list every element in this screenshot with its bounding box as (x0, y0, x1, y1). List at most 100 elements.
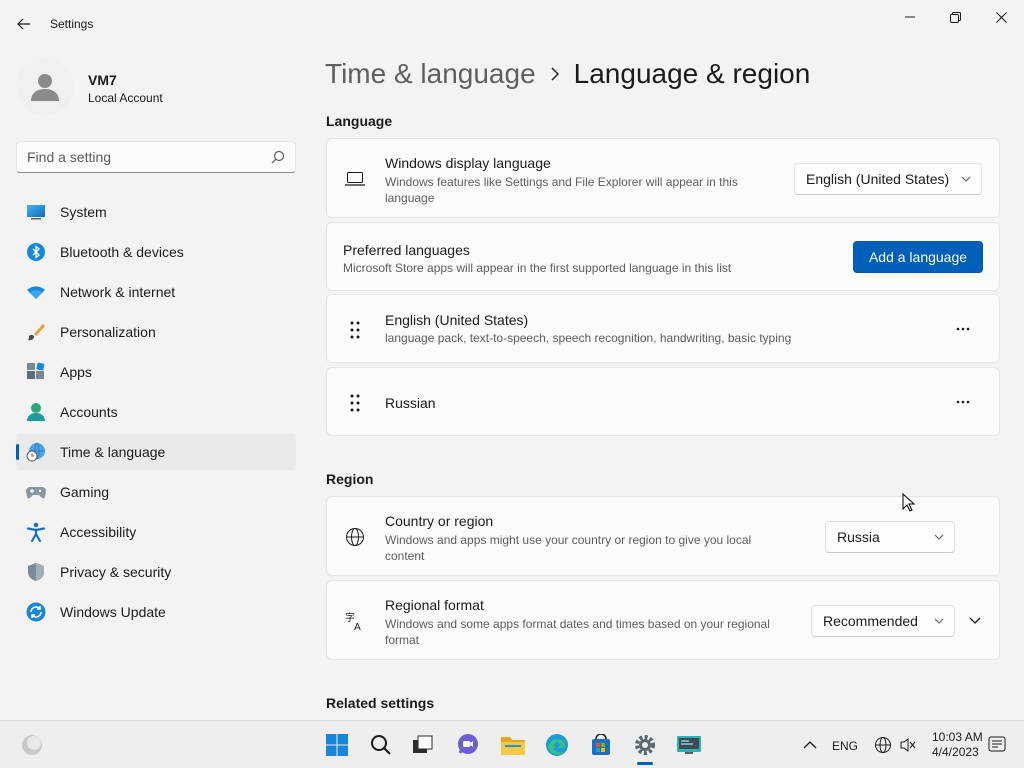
sidebar-item-label: Bluetooth & devices (60, 244, 184, 260)
user-profile[interactable]: VM7 Local Account (16, 58, 296, 118)
sidebar-item-time-language[interactable]: Time & language (16, 434, 296, 470)
country-region-title: Country or region (385, 513, 494, 529)
expand-button[interactable] (959, 605, 991, 637)
volume-muted-icon[interactable] (899, 737, 917, 753)
bluetooth-icon (26, 242, 46, 262)
edge-button[interactable] (543, 731, 571, 759)
accessibility-icon (26, 522, 46, 542)
regional-format-card[interactable]: 字A Regional format Windows and some apps… (326, 580, 1000, 660)
country-region-dropdown[interactable]: Russia (825, 521, 955, 553)
sidebar-item-label: Network & internet (60, 284, 176, 300)
breadcrumb-parent[interactable]: Time & language (325, 58, 536, 90)
svg-text:A: A (354, 622, 361, 631)
more-options-button[interactable] (947, 386, 979, 418)
back-button[interactable] (12, 12, 36, 36)
regional-format-desc-line1: Windows and some apps format dates and t… (385, 617, 770, 631)
language-name: English (United States) (385, 312, 529, 328)
laptop-icon (345, 169, 365, 189)
teams-chat-button[interactable] (454, 731, 482, 759)
clock-date: 4/4/2023 (932, 745, 979, 759)
close-button[interactable] (978, 6, 1024, 28)
regional-format-dropdown[interactable]: Recommended (811, 605, 955, 637)
country-region-desc-line2: content (385, 549, 425, 563)
user-icon (31, 74, 59, 101)
chevron-up-icon[interactable] (803, 740, 817, 750)
paintbrush-icon (26, 322, 46, 342)
breadcrumb: Time & language Language & region (325, 58, 810, 90)
regional-format-desc-line2: format (385, 633, 420, 647)
sidebar-item-privacy[interactable]: Privacy & security (16, 554, 296, 590)
sidebar-item-bluetooth[interactable]: Bluetooth & devices (16, 234, 296, 270)
task-view-button[interactable] (409, 731, 437, 759)
page-title: Language & region (573, 58, 811, 89)
taskbar-search-button[interactable] (367, 731, 395, 759)
settings-taskbar-button[interactable] (631, 731, 659, 759)
drag-handle-icon[interactable] (347, 320, 363, 340)
taskbar-clock[interactable]: 10:03 AM 4/4/2023 (932, 730, 983, 760)
remote-desktop-icon (677, 736, 701, 754)
search-icon[interactable] (271, 150, 285, 164)
language-features: language pack, text-to-speech, speech re… (385, 331, 792, 345)
sidebar-item-label: Time & language (60, 444, 166, 460)
widgets-button[interactable] (18, 731, 46, 759)
language-list-item[interactable]: English (United States) language pack, t… (326, 294, 1000, 363)
notification-icon[interactable] (988, 736, 1006, 754)
user-name: VM7 (88, 72, 117, 88)
region-section-title: Region (326, 471, 374, 487)
sidebar-item-label: Personalization (60, 324, 156, 340)
sidebar-item-label: Gaming (60, 484, 110, 500)
chevron-down-icon (934, 618, 944, 624)
shield-icon (26, 562, 46, 582)
sidebar-item-network[interactable]: Network & internet (16, 274, 296, 310)
more-options-button[interactable] (947, 313, 979, 345)
drag-handle-icon[interactable] (347, 393, 363, 413)
sidebar-nav: System Bluetooth & devices Network & int… (16, 194, 296, 634)
accounts-icon (26, 402, 46, 422)
sidebar-item-accounts[interactable]: Accounts (16, 394, 296, 430)
sidebar-item-label: Apps (60, 364, 92, 380)
store-icon (592, 734, 610, 755)
remote-desktop-button[interactable] (675, 731, 703, 759)
network-globe-icon[interactable] (874, 736, 892, 754)
sidebar-item-apps[interactable]: Apps (16, 354, 296, 390)
sidebar-item-personalization[interactable]: Personalization (16, 314, 296, 350)
display-language-desc-line2: language (385, 191, 435, 205)
edge-icon (546, 734, 568, 756)
display-language-desc-line1: Windows features like Settings and File … (385, 175, 738, 189)
title-bar: Settings (0, 0, 1024, 48)
restore-icon (949, 11, 961, 23)
search-input[interactable] (17, 142, 257, 172)
language-list-item[interactable]: Russian (326, 367, 1000, 436)
weather-icon (22, 735, 42, 755)
folder-icon (501, 737, 525, 755)
maximize-button[interactable] (932, 6, 978, 28)
system-icon (26, 202, 46, 222)
chevron-down-icon (961, 176, 971, 182)
display-language-card: Windows display language Windows feature… (326, 138, 1000, 218)
sidebar-item-system[interactable]: System (16, 194, 296, 230)
more-icon (956, 327, 970, 331)
related-settings-title: Related settings (326, 695, 435, 711)
sidebar-item-windows-update[interactable]: Windows Update (16, 594, 296, 630)
start-button[interactable] (323, 731, 351, 759)
store-button[interactable] (587, 731, 615, 759)
gamepad-icon (26, 482, 46, 502)
minimize-button[interactable] (887, 6, 933, 28)
chevron-right-icon (550, 67, 560, 81)
close-icon (995, 11, 1007, 23)
display-language-title: Windows display language (385, 155, 551, 171)
add-language-button[interactable]: Add a language (853, 241, 983, 273)
preferred-languages-card: Preferred languages Microsoft Store apps… (326, 222, 1000, 291)
file-explorer-button[interactable] (499, 731, 527, 759)
globe-icon (345, 527, 365, 547)
sidebar-item-gaming[interactable]: Gaming (16, 474, 296, 510)
back-arrow-icon (17, 18, 30, 30)
update-icon (26, 602, 46, 622)
display-language-dropdown[interactable]: English (United States) (794, 163, 982, 195)
search-box (16, 141, 296, 173)
sidebar-item-accessibility[interactable]: Accessibility (16, 514, 296, 550)
globe-clock-icon (26, 442, 46, 462)
input-language-indicator[interactable]: ENG (832, 739, 858, 753)
more-icon (956, 400, 970, 404)
preferred-languages-title: Preferred languages (343, 242, 470, 258)
